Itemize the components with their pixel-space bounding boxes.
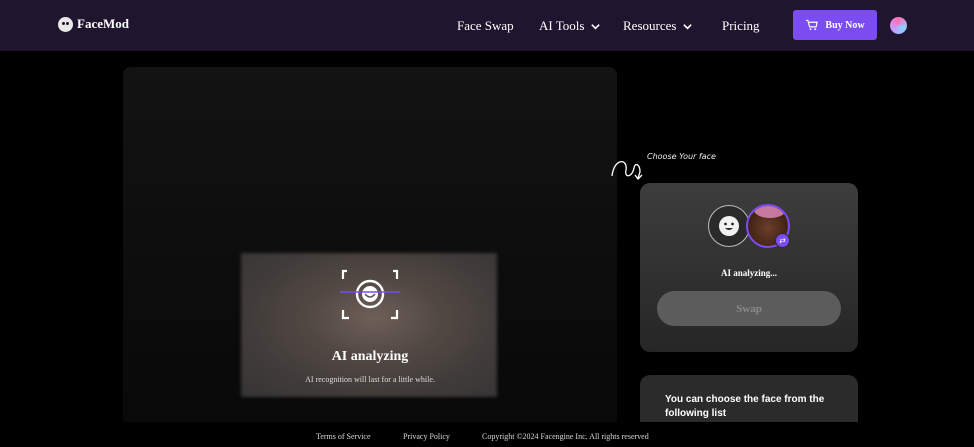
analysis-title: AI analyzing: [331, 349, 409, 364]
terms-link[interactable]: Terms of Service: [316, 432, 371, 441]
nav-pricing-label: Pricing: [722, 18, 760, 33]
cart-icon: [806, 19, 819, 31]
face-list-heading: You can choose the face from the followi…: [665, 394, 825, 419]
privacy-link[interactable]: Privacy Policy: [403, 432, 450, 441]
face-scan-icon: [340, 269, 400, 320]
choose-face-hint: Choose Your face: [647, 152, 716, 161]
panel-status-text: AI analyzing...: [720, 268, 777, 278]
curly-arrow-icon: [611, 161, 643, 180]
copyright-text: Copyright ©2024 Facengine Inc. All right…: [482, 432, 649, 441]
nav-ai-tools[interactable]: AI Tools: [539, 18, 601, 34]
nav-pricing[interactable]: Pricing: [722, 18, 760, 34]
chevron-down-icon: [683, 23, 693, 30]
nav-resources[interactable]: Resources: [623, 18, 693, 34]
brand-logo[interactable]: FaceMod: [58, 16, 129, 32]
nav-resources-label: Resources: [623, 18, 677, 33]
source-face-slot[interactable]: [708, 205, 750, 247]
brand-name: FaceMod: [77, 16, 129, 31]
analysis-preview: AI analyzing AI recognition will last fo…: [123, 67, 617, 447]
top-navbar: FaceMod Face Swap AI Tools Resources Pri…: [0, 0, 974, 51]
facemod-logo-icon: [58, 16, 73, 32]
buy-now-button[interactable]: Buy Now: [793, 10, 877, 40]
footer: Terms of Service Privacy Policy Copyrigh…: [0, 422, 974, 447]
nav-ai-tools-label: AI Tools: [539, 18, 585, 33]
buy-now-label: Buy Now: [825, 19, 865, 31]
nav-face-swap-label: Face Swap: [457, 18, 514, 33]
user-avatar[interactable]: [890, 17, 907, 34]
swap-button[interactable]: Swap: [657, 291, 841, 326]
swap-panel: ⇄ AI analyzing... Swap: [640, 183, 858, 352]
analysis-subtitle: AI recognition will last for a little wh…: [305, 375, 435, 384]
swap-arrows-icon: ⇄: [775, 233, 790, 248]
nav-face-swap[interactable]: Face Swap: [457, 18, 514, 34]
chevron-down-icon: [591, 23, 601, 30]
face-icon: [719, 216, 739, 236]
